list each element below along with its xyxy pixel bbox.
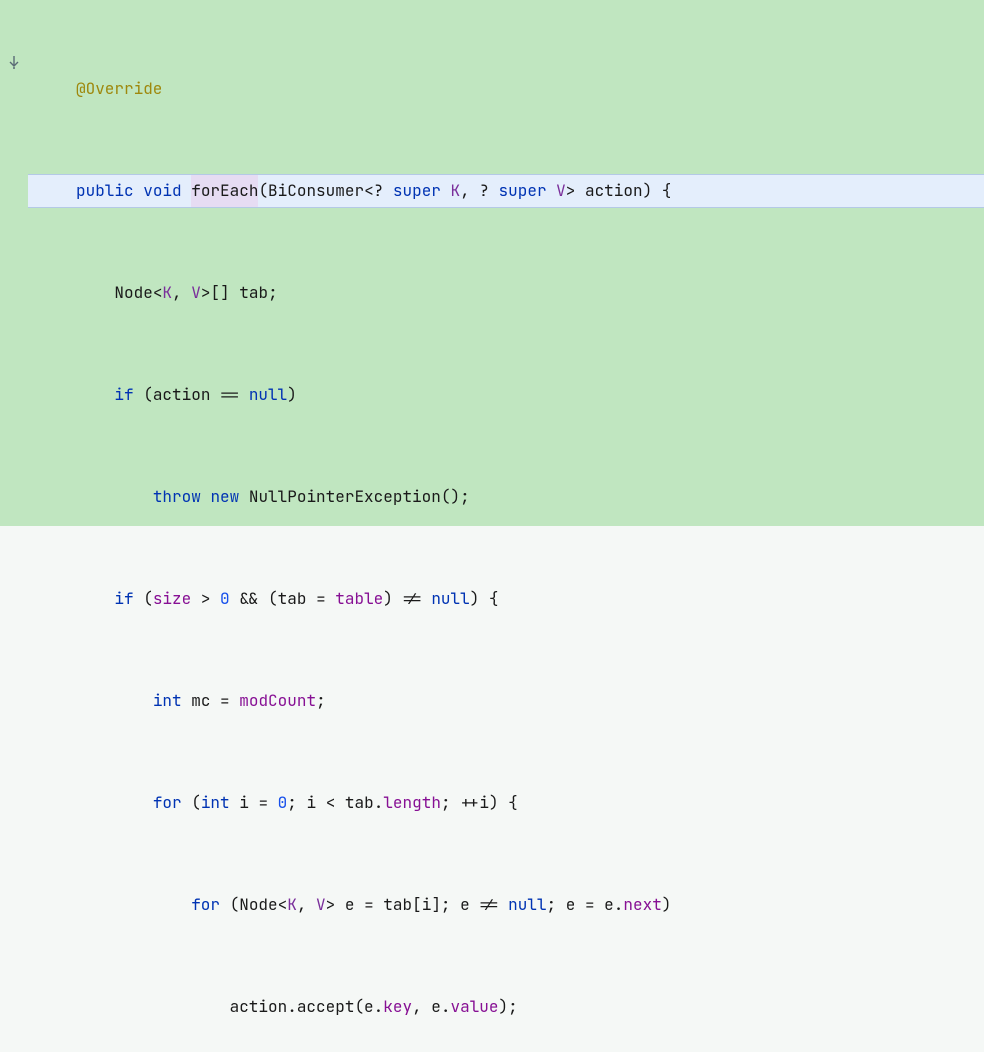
field-modcount: modCount	[239, 684, 316, 718]
var-e: e	[566, 888, 576, 922]
field-value: value	[451, 990, 499, 1024]
type-param-k: K	[451, 174, 461, 208]
type-param-v: V	[556, 174, 566, 208]
type-param-v: V	[316, 888, 326, 922]
code-line[interactable]: for (Node<K, V> e = tab[i]; e != null; e…	[28, 888, 984, 922]
keyword-int: int	[153, 684, 182, 718]
wildcard: ?	[479, 174, 489, 208]
keyword-void: void	[143, 174, 181, 208]
var-tab: tab	[239, 276, 268, 310]
var-tab: tab	[278, 582, 307, 616]
code-line[interactable]: if (size > 0 && (tab = table) != null) {	[28, 582, 984, 616]
var-mc: mc	[191, 684, 210, 718]
field-length: length	[383, 786, 441, 820]
keyword-null: null	[249, 378, 287, 412]
var-e: e	[431, 990, 441, 1024]
keyword-throw: throw	[153, 480, 201, 514]
var-e: e	[604, 888, 614, 922]
method-accept: accept	[297, 990, 355, 1024]
var-i: i	[479, 786, 489, 820]
keyword-null: null	[508, 888, 546, 922]
keyword-null: null	[431, 582, 469, 616]
var-e: e	[345, 888, 355, 922]
code-line[interactable]: Node<K, V>[] tab;	[28, 276, 984, 310]
override-gutter-icon[interactable]	[6, 48, 22, 64]
var-action: action	[230, 990, 288, 1024]
keyword-super: super	[393, 174, 441, 208]
keyword-for: for	[153, 786, 182, 820]
type-biconsumer: BiConsumer	[268, 174, 364, 208]
code-line[interactable]: int mc = modCount;	[28, 684, 984, 718]
code-editor[interactable]: @Override public void forEach(BiConsumer…	[0, 0, 984, 526]
method-name-highlight: forEach	[191, 174, 258, 208]
var-tab: tab	[383, 888, 412, 922]
type-node: Node	[239, 888, 277, 922]
var-tab: tab	[345, 786, 374, 820]
keyword-public: public	[76, 174, 134, 208]
code-line[interactable]: throw new NullPointerException();	[28, 480, 984, 514]
keyword-new: new	[210, 480, 239, 514]
wildcard: ?	[374, 174, 384, 208]
type-param-k: K	[162, 276, 172, 310]
keyword-if: if	[114, 378, 133, 412]
code-area[interactable]: @Override public void forEach(BiConsumer…	[28, 0, 984, 526]
annotation-override: @Override	[76, 72, 162, 106]
type-npe: NullPointerException	[249, 480, 441, 514]
code-line[interactable]: @Override	[28, 72, 984, 106]
code-line[interactable]: if (action == null)	[28, 378, 984, 412]
field-next: next	[623, 888, 661, 922]
var-i: i	[239, 786, 249, 820]
literal-zero: 0	[220, 582, 230, 616]
var-e: e	[460, 888, 470, 922]
code-line[interactable]: action.accept(e.key, e.value);	[28, 990, 984, 1024]
keyword-if: if	[114, 582, 133, 616]
editor-gutter	[0, 0, 28, 526]
keyword-for: for	[191, 888, 220, 922]
method-foreach: forEach	[191, 180, 258, 201]
keyword-int: int	[201, 786, 230, 820]
field-size: size	[153, 582, 191, 616]
param-action: action	[585, 174, 643, 208]
literal-zero: 0	[278, 786, 288, 820]
field-key: key	[383, 990, 412, 1024]
var-i: i	[306, 786, 316, 820]
var-i: i	[422, 888, 432, 922]
var-action: action	[153, 378, 211, 412]
code-line[interactable]: for (int i = 0; i < tab.length; ++i) {	[28, 786, 984, 820]
type-node: Node	[114, 276, 152, 310]
var-e: e	[364, 990, 374, 1024]
code-line-current[interactable]: public void forEach(BiConsumer<? super K…	[28, 174, 984, 208]
field-table: table	[335, 582, 383, 616]
type-param-v: V	[191, 276, 201, 310]
keyword-super: super	[499, 174, 547, 208]
type-param-k: K	[287, 888, 297, 922]
